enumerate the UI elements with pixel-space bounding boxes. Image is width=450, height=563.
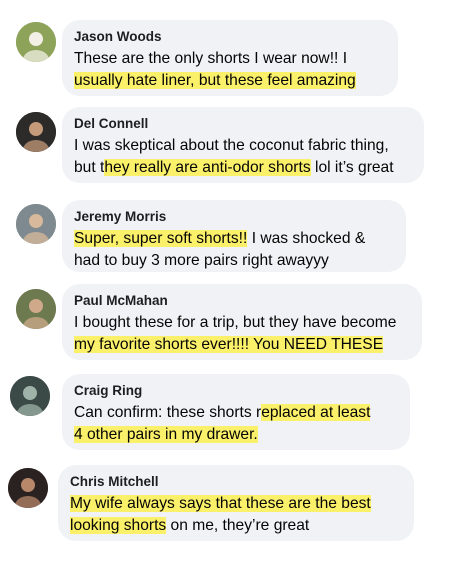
highlighted-text: Super, super soft shorts!! bbox=[74, 230, 248, 247]
comment-text-line: Can confirm: these shorts replaced at le… bbox=[74, 402, 398, 424]
comment-text-line: I bought these for a trip, but they have… bbox=[74, 312, 410, 334]
comment-bubble: Paul McMahan I bought these for a trip, b… bbox=[62, 284, 422, 360]
highlighted-text: My wife always says that these are the b… bbox=[70, 495, 371, 512]
comment-text-line: Super, super soft shorts!! I was shocked… bbox=[74, 228, 394, 250]
comment-text-line: but they really are anti-odor shorts lol… bbox=[74, 157, 412, 179]
commenter-name[interactable]: Craig Ring bbox=[74, 382, 398, 400]
comment-text: These are the only shorts I wear now!! I bbox=[74, 50, 348, 67]
comment-text-line: usually hate liner, but these feel amazi… bbox=[74, 70, 386, 92]
commenter-name[interactable]: Jeremy Morris bbox=[74, 208, 394, 226]
comment-bubble: Chris Mitchell My wife always says that t… bbox=[58, 465, 414, 541]
comment-text-line: 4 other pairs in my drawer. bbox=[74, 424, 398, 446]
avatar[interactable] bbox=[8, 468, 48, 508]
comment-text-line: I was skeptical about the coconut fabric… bbox=[74, 135, 412, 157]
comment-text: lol it’s great bbox=[310, 159, 394, 176]
commenter-name[interactable]: Chris Mitchell bbox=[70, 473, 402, 491]
highlighted-text: usually hate liner, but these feel amazi… bbox=[74, 72, 356, 89]
comment-bubble: Del Connell I was skeptical about the coc… bbox=[62, 107, 424, 183]
comment-bubble: Jason Woods These are the only shorts I w… bbox=[62, 20, 398, 96]
avatar[interactable] bbox=[16, 204, 56, 244]
comment-text-line: looking shorts on me, they’re great bbox=[70, 515, 402, 537]
avatar[interactable] bbox=[16, 22, 56, 62]
comment-bubble: Craig Ring Can confirm: these shorts repl… bbox=[62, 374, 410, 450]
avatar[interactable] bbox=[10, 376, 50, 416]
comment-text: I was shocked & bbox=[247, 230, 366, 247]
commenter-name[interactable]: Jason Woods bbox=[74, 28, 386, 46]
comment-text: I was skeptical about the coconut fabric… bbox=[74, 137, 389, 154]
comment-text: on me, they’re great bbox=[166, 517, 310, 534]
highlighted-text: my favorite shorts ever!!!! You NEED THE… bbox=[74, 336, 384, 353]
comment-text: but t bbox=[74, 159, 105, 176]
comment-text: Can confirm: these shorts r bbox=[74, 404, 262, 421]
comment-bubble: Jeremy Morris Super, super soft shorts!! … bbox=[62, 200, 406, 272]
comment-text: had to buy 3 more pairs right awayyy bbox=[74, 252, 329, 269]
commenter-name[interactable]: Del Connell bbox=[74, 115, 412, 133]
highlighted-text: looking shorts bbox=[70, 517, 167, 534]
comment-text: I bought these for a trip, but they have… bbox=[74, 314, 397, 331]
comment-feed: Jason Woods These are the only shorts I w… bbox=[0, 0, 450, 563]
comment-text-line: my favorite shorts ever!!!! You NEED THE… bbox=[74, 334, 410, 356]
highlighted-text: hey really are anti-odor shorts bbox=[104, 159, 311, 176]
commenter-name[interactable]: Paul McMahan bbox=[74, 292, 410, 310]
comment-text-line: had to buy 3 more pairs right awayyy bbox=[74, 250, 394, 272]
highlighted-text: eplaced at least bbox=[261, 404, 371, 421]
comment-text-line: My wife always says that these are the b… bbox=[70, 493, 402, 515]
highlighted-text: 4 other pairs in my drawer. bbox=[74, 426, 258, 443]
avatar[interactable] bbox=[16, 112, 56, 152]
comment-text-line: These are the only shorts I wear now!! I bbox=[74, 48, 386, 70]
avatar[interactable] bbox=[16, 289, 56, 329]
